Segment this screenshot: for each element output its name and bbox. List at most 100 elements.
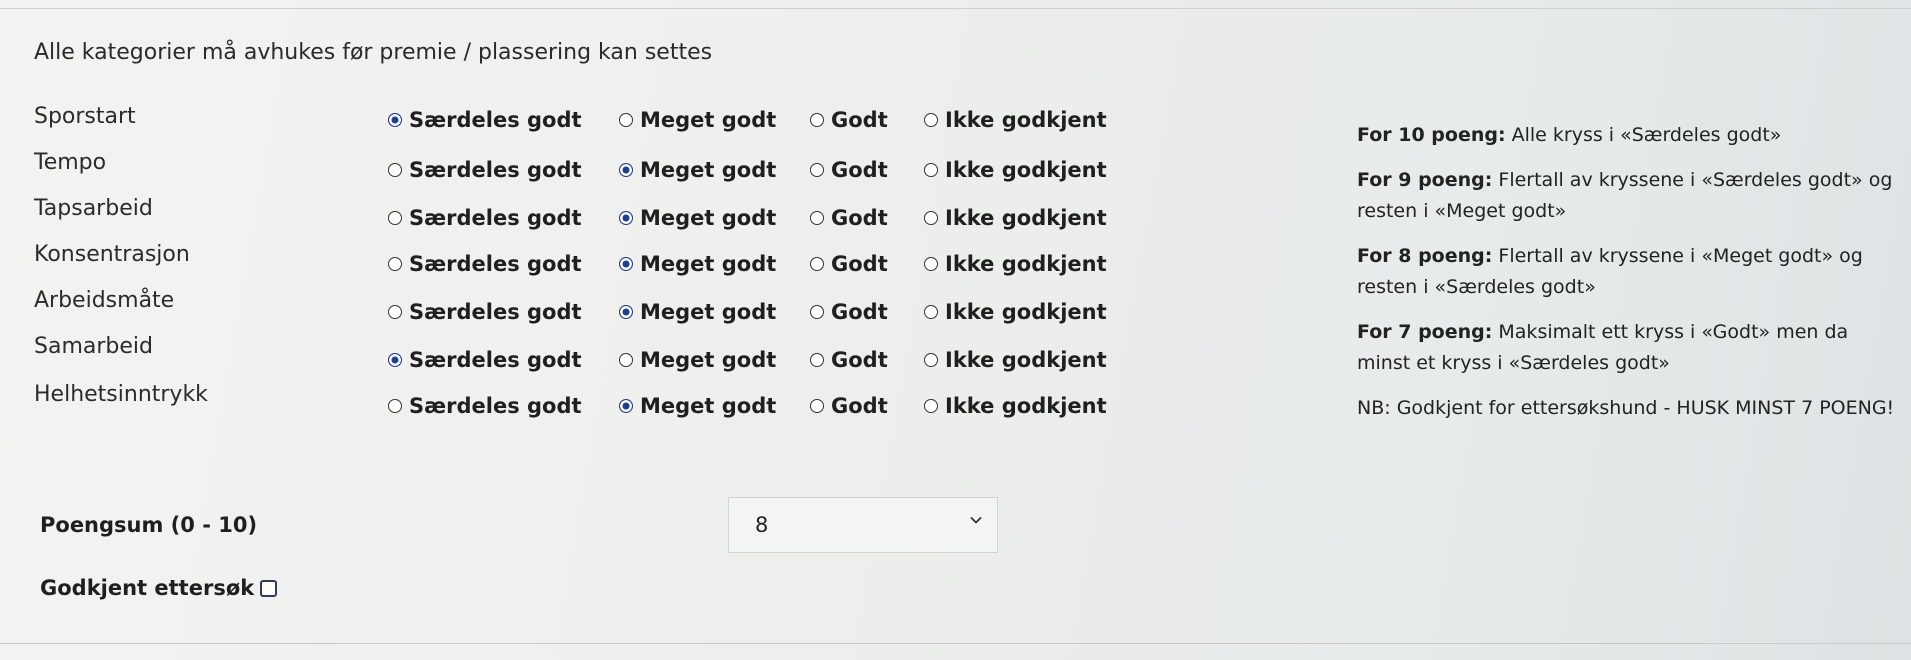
rating-option[interactable]: Særdeles godt bbox=[388, 108, 582, 132]
rating-option[interactable]: Meget godt bbox=[619, 348, 776, 372]
chevron-down-icon bbox=[970, 516, 982, 524]
rating-option[interactable]: Godt bbox=[810, 252, 888, 276]
radio-empty-icon[interactable] bbox=[388, 211, 402, 225]
rating-option-label: Meget godt bbox=[640, 348, 777, 372]
rating-option[interactable]: Ikke godkjent bbox=[924, 348, 1107, 372]
rating-option[interactable]: Godt bbox=[810, 394, 888, 418]
radio-empty-icon[interactable] bbox=[388, 399, 402, 413]
category-notice: Alle kategorier må avhukes før premie / … bbox=[34, 40, 713, 65]
radio-selected-icon[interactable] bbox=[388, 353, 402, 367]
rating-option[interactable]: Meget godt bbox=[619, 206, 776, 230]
criterion-row: Tempo Særdeles godt Meget godt Godt Ikke god… bbox=[34, 150, 1114, 190]
rating-option[interactable]: Ikke godkjent bbox=[924, 300, 1107, 324]
radio-selected-icon[interactable] bbox=[619, 257, 633, 271]
radio-empty-icon[interactable] bbox=[810, 211, 824, 225]
rating-option[interactable]: Særdeles godt bbox=[388, 158, 582, 182]
criterion-label: Sporstart bbox=[34, 104, 136, 129]
scoring-rule-text: NB: Godkjent for ettersøkshund - HUSK MI… bbox=[1357, 397, 1895, 419]
rating-option-label: Ikke godkjent bbox=[945, 300, 1107, 324]
criterion-row: Sporstart Særdeles godt Meget godt Godt Ikke… bbox=[34, 104, 1114, 144]
rating-option[interactable]: Særdeles godt bbox=[388, 394, 582, 418]
rating-option[interactable]: Meget godt bbox=[619, 158, 776, 182]
radio-empty-icon[interactable] bbox=[810, 163, 824, 177]
rating-option[interactable]: Særdeles godt bbox=[388, 252, 582, 276]
rating-option-label: Godt bbox=[831, 252, 888, 276]
radio-empty-icon[interactable] bbox=[924, 211, 938, 225]
radio-empty-icon[interactable] bbox=[810, 399, 824, 413]
radio-empty-icon[interactable] bbox=[924, 305, 938, 319]
rating-option[interactable]: Godt bbox=[810, 158, 888, 182]
rating-option-label: Godt bbox=[831, 394, 888, 418]
criterion-label: Arbeidsmåte bbox=[34, 288, 175, 313]
approved-tracking-field: Godkjent ettersøk bbox=[40, 576, 278, 600]
radio-empty-icon[interactable] bbox=[810, 305, 824, 319]
rating-option-label: Ikke godkjent bbox=[945, 158, 1107, 182]
radio-selected-icon[interactable] bbox=[619, 305, 633, 319]
radio-empty-icon[interactable] bbox=[924, 399, 938, 413]
scoring-rule-text: Alle kryss i «Særdeles godt» bbox=[1505, 124, 1782, 146]
radio-empty-icon[interactable] bbox=[619, 353, 633, 367]
rating-option-label: Meget godt bbox=[640, 206, 777, 230]
top-divider bbox=[0, 8, 1911, 9]
rating-option-label: Godt bbox=[831, 206, 888, 230]
rating-option-label: Meget godt bbox=[640, 252, 777, 276]
scoring-rule-points: For 10 poeng: bbox=[1357, 124, 1506, 146]
rating-option-label: Særdeles godt bbox=[409, 206, 582, 230]
criterion-label: Tempo bbox=[34, 150, 107, 175]
rating-option[interactable]: Særdeles godt bbox=[388, 300, 582, 324]
rating-option[interactable]: Meget godt bbox=[619, 252, 776, 276]
radio-empty-icon[interactable] bbox=[810, 353, 824, 367]
radio-empty-icon[interactable] bbox=[388, 163, 402, 177]
rating-option-label: Særdeles godt bbox=[409, 252, 582, 276]
rating-option-label: Særdeles godt bbox=[409, 348, 582, 372]
scoring-rule: For 9 poeng: Flertall av kryssene i «Sær… bbox=[1357, 165, 1897, 227]
criterion-label: Samarbeid bbox=[34, 334, 153, 359]
radio-empty-icon[interactable] bbox=[388, 257, 402, 271]
score-label: Poengsum (0 - 10) bbox=[40, 513, 258, 537]
rating-option-label: Særdeles godt bbox=[409, 108, 582, 132]
rating-option[interactable]: Særdeles godt bbox=[388, 206, 582, 230]
approved-tracking-checkbox[interactable] bbox=[260, 579, 278, 597]
rating-option[interactable]: Særdeles godt bbox=[388, 348, 582, 372]
radio-empty-icon[interactable] bbox=[619, 113, 633, 127]
rating-option[interactable]: Meget godt bbox=[619, 300, 776, 324]
radio-empty-icon[interactable] bbox=[924, 257, 938, 271]
rating-option[interactable]: Ikke godkjent bbox=[924, 394, 1107, 418]
rating-option[interactable]: Meget godt bbox=[619, 108, 776, 132]
criterion-label: Konsentrasjon bbox=[34, 242, 190, 267]
rating-option[interactable]: Meget godt bbox=[619, 394, 776, 418]
scoring-rule-points: For 9 poeng: bbox=[1357, 169, 1493, 191]
rating-option[interactable]: Ikke godkjent bbox=[924, 158, 1107, 182]
radio-empty-icon[interactable] bbox=[388, 305, 402, 319]
radio-empty-icon[interactable] bbox=[810, 257, 824, 271]
rating-option[interactable]: Ikke godkjent bbox=[924, 108, 1107, 132]
radio-empty-icon[interactable] bbox=[810, 113, 824, 127]
rating-option-label: Meget godt bbox=[640, 108, 777, 132]
rating-option[interactable]: Godt bbox=[810, 108, 888, 132]
rating-option-label: Godt bbox=[831, 158, 888, 182]
radio-empty-icon[interactable] bbox=[924, 163, 938, 177]
criterion-row: Arbeidsmåte Særdeles godt Meget godt Godt Ik… bbox=[34, 288, 1114, 328]
criterion-label: Tapsarbeid bbox=[34, 196, 153, 221]
rating-option-label: Særdeles godt bbox=[409, 158, 582, 182]
rating-option-label: Ikke godkjent bbox=[945, 348, 1107, 372]
rating-option[interactable]: Ikke godkjent bbox=[924, 252, 1107, 276]
scoring-rule: NB: Godkjent for ettersøkshund - HUSK MI… bbox=[1357, 393, 1897, 424]
rating-option[interactable]: Ikke godkjent bbox=[924, 206, 1107, 230]
rating-option-label: Meget godt bbox=[640, 300, 777, 324]
radio-selected-icon[interactable] bbox=[619, 163, 633, 177]
rating-option[interactable]: Godt bbox=[810, 206, 888, 230]
radio-selected-icon[interactable] bbox=[388, 113, 402, 127]
scoring-rule: For 7 poeng: Maksimalt ett kryss i «Godt… bbox=[1357, 317, 1897, 379]
rating-option[interactable]: Godt bbox=[810, 300, 888, 324]
rating-option-label: Ikke godkjent bbox=[945, 206, 1107, 230]
scoring-rule-points: For 7 poeng: bbox=[1357, 321, 1493, 343]
radio-empty-icon[interactable] bbox=[924, 113, 938, 127]
radio-selected-icon[interactable] bbox=[619, 399, 633, 413]
score-select[interactable]: 8 bbox=[728, 497, 998, 553]
rating-option-label: Særdeles godt bbox=[409, 300, 582, 324]
radio-empty-icon[interactable] bbox=[924, 353, 938, 367]
rating-option[interactable]: Godt bbox=[810, 348, 888, 372]
rating-option-label: Godt bbox=[831, 348, 888, 372]
radio-selected-icon[interactable] bbox=[619, 211, 633, 225]
